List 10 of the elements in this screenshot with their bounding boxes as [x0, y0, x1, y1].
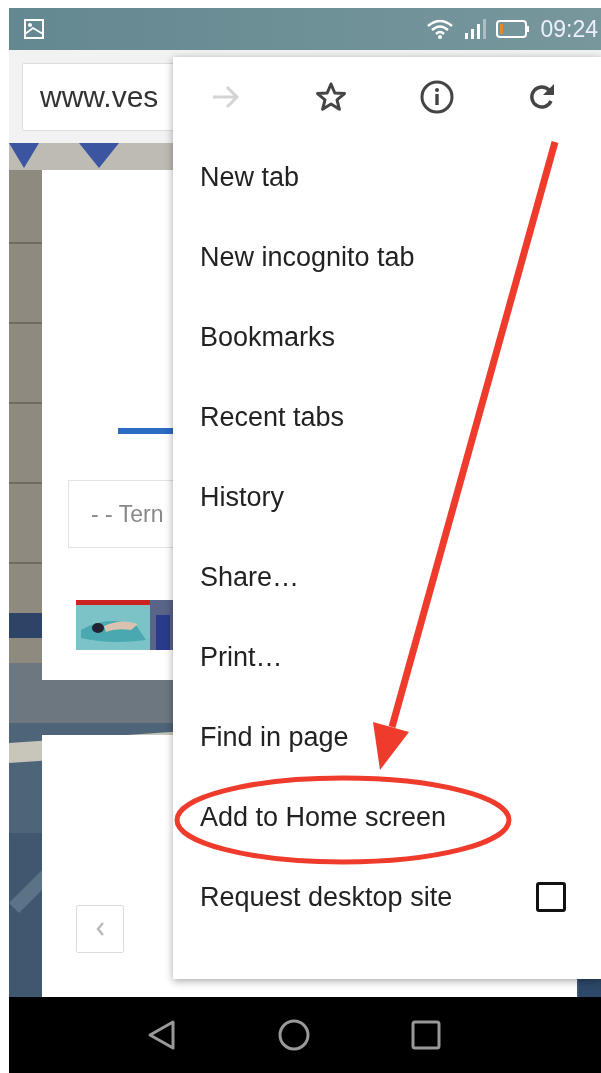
- back-icon[interactable]: [146, 1019, 178, 1051]
- clock-time: 09:24: [540, 15, 598, 43]
- gallery-icon: [24, 19, 44, 39]
- battery-icon: [496, 19, 531, 39]
- wifi-icon: [426, 19, 455, 39]
- home-icon[interactable]: [278, 1019, 310, 1051]
- star-icon[interactable]: [315, 81, 348, 113]
- recent-apps-icon[interactable]: [410, 1019, 442, 1051]
- signal-icon: [464, 19, 487, 39]
- info-icon[interactable]: [419, 80, 454, 114]
